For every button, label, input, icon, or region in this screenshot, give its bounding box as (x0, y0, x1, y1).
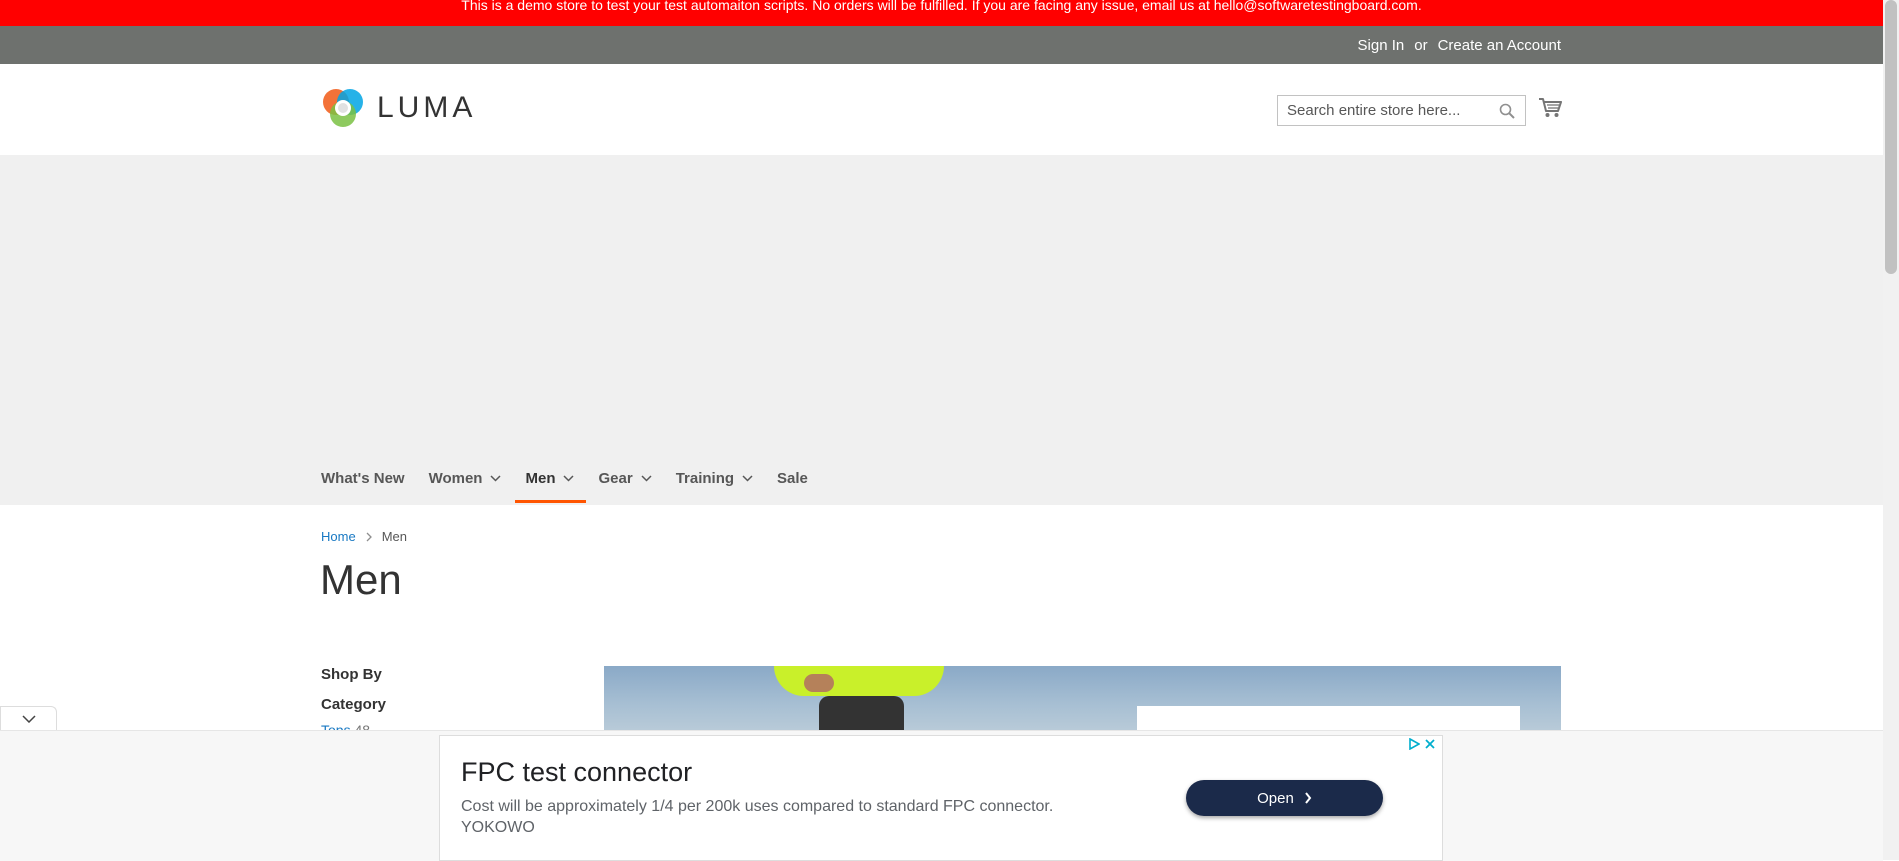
bottom-ad-bar: FPC test connector Cost will be approxim… (0, 730, 1883, 861)
main-nav: What's New Women Men Gear Training Sale (321, 458, 820, 505)
chevron-down-icon (490, 475, 502, 482)
header-ad-band (0, 155, 1883, 505)
nav-item-gear[interactable]: Gear (586, 458, 663, 499)
nav-item-women[interactable]: Women (417, 458, 514, 499)
demo-notice-text: This is a demo store to test your test a… (461, 0, 1422, 13)
ad-box[interactable]: FPC test connector Cost will be approxim… (439, 735, 1443, 861)
breadcrumb-home[interactable]: Home (321, 529, 356, 544)
nav-item-label: Women (428, 470, 483, 487)
chevron-down-icon (21, 714, 36, 723)
close-icon[interactable] (1424, 738, 1436, 750)
nav-item-label: Gear (598, 470, 633, 487)
account-bar: Sign In or Create an Account (0, 26, 1883, 64)
nav-item-label: Sale (777, 470, 808, 487)
breadcrumb-current: Men (381, 529, 407, 544)
chevron-right-icon (1305, 792, 1312, 804)
page-title: Men (320, 556, 402, 603)
site-header: LUMA (0, 64, 1883, 155)
ad-description: Cost will be approximately 1/4 per 200k … (461, 798, 1054, 836)
promo-info-card (1137, 706, 1520, 730)
ad-collapse-toggle[interactable] (0, 706, 57, 730)
nav-item-training[interactable]: Training (664, 458, 765, 499)
cart-icon[interactable] (1538, 97, 1562, 124)
nav-item-men[interactable]: Men (513, 458, 587, 503)
nav-item-label: What's New (321, 470, 405, 487)
category-promo-image[interactable] (604, 666, 1561, 730)
search-icon[interactable] (1499, 103, 1515, 124)
chevron-down-icon (641, 475, 652, 482)
create-account-link[interactable]: Create an Account (1438, 37, 1561, 54)
breadcrumb: Home Men (321, 529, 407, 544)
shop-by-heading: Shop By (321, 666, 382, 683)
chevron-down-icon (742, 475, 753, 482)
nav-item-whats-new[interactable]: What's New (321, 458, 417, 499)
scrollbar-thumb[interactable] (1885, 0, 1897, 274)
ad-controls (1408, 738, 1436, 750)
logo-text: LUMA (377, 91, 477, 124)
ad-title[interactable]: FPC test connector (461, 757, 692, 788)
search-input[interactable] (1278, 96, 1496, 125)
promo-runner-legs (819, 696, 904, 730)
or-text: or (1414, 36, 1428, 54)
luma-logo[interactable]: LUMA (321, 86, 476, 130)
chevron-down-icon (563, 475, 575, 482)
ad-open-label: Open (1257, 789, 1294, 807)
page-scrollbar[interactable] (1883, 0, 1899, 860)
nav-item-label: Training (675, 470, 735, 487)
promo-runner-arm (804, 674, 834, 692)
sign-in-link[interactable]: Sign In (1358, 37, 1405, 54)
promo-runner-shirt (774, 666, 944, 696)
luma-logo-icon (323, 89, 363, 127)
chevron-right-icon (366, 532, 372, 541)
demo-notice-bar: This is a demo store to test your test a… (0, 0, 1883, 26)
nav-item-sale[interactable]: Sale (765, 458, 820, 499)
adchoices-icon[interactable] (1408, 738, 1420, 750)
ad-open-button[interactable]: Open (1186, 780, 1383, 816)
search-box (1277, 95, 1526, 126)
nav-item-label: Men (525, 470, 556, 487)
category-filter-heading[interactable]: Category (321, 696, 386, 713)
